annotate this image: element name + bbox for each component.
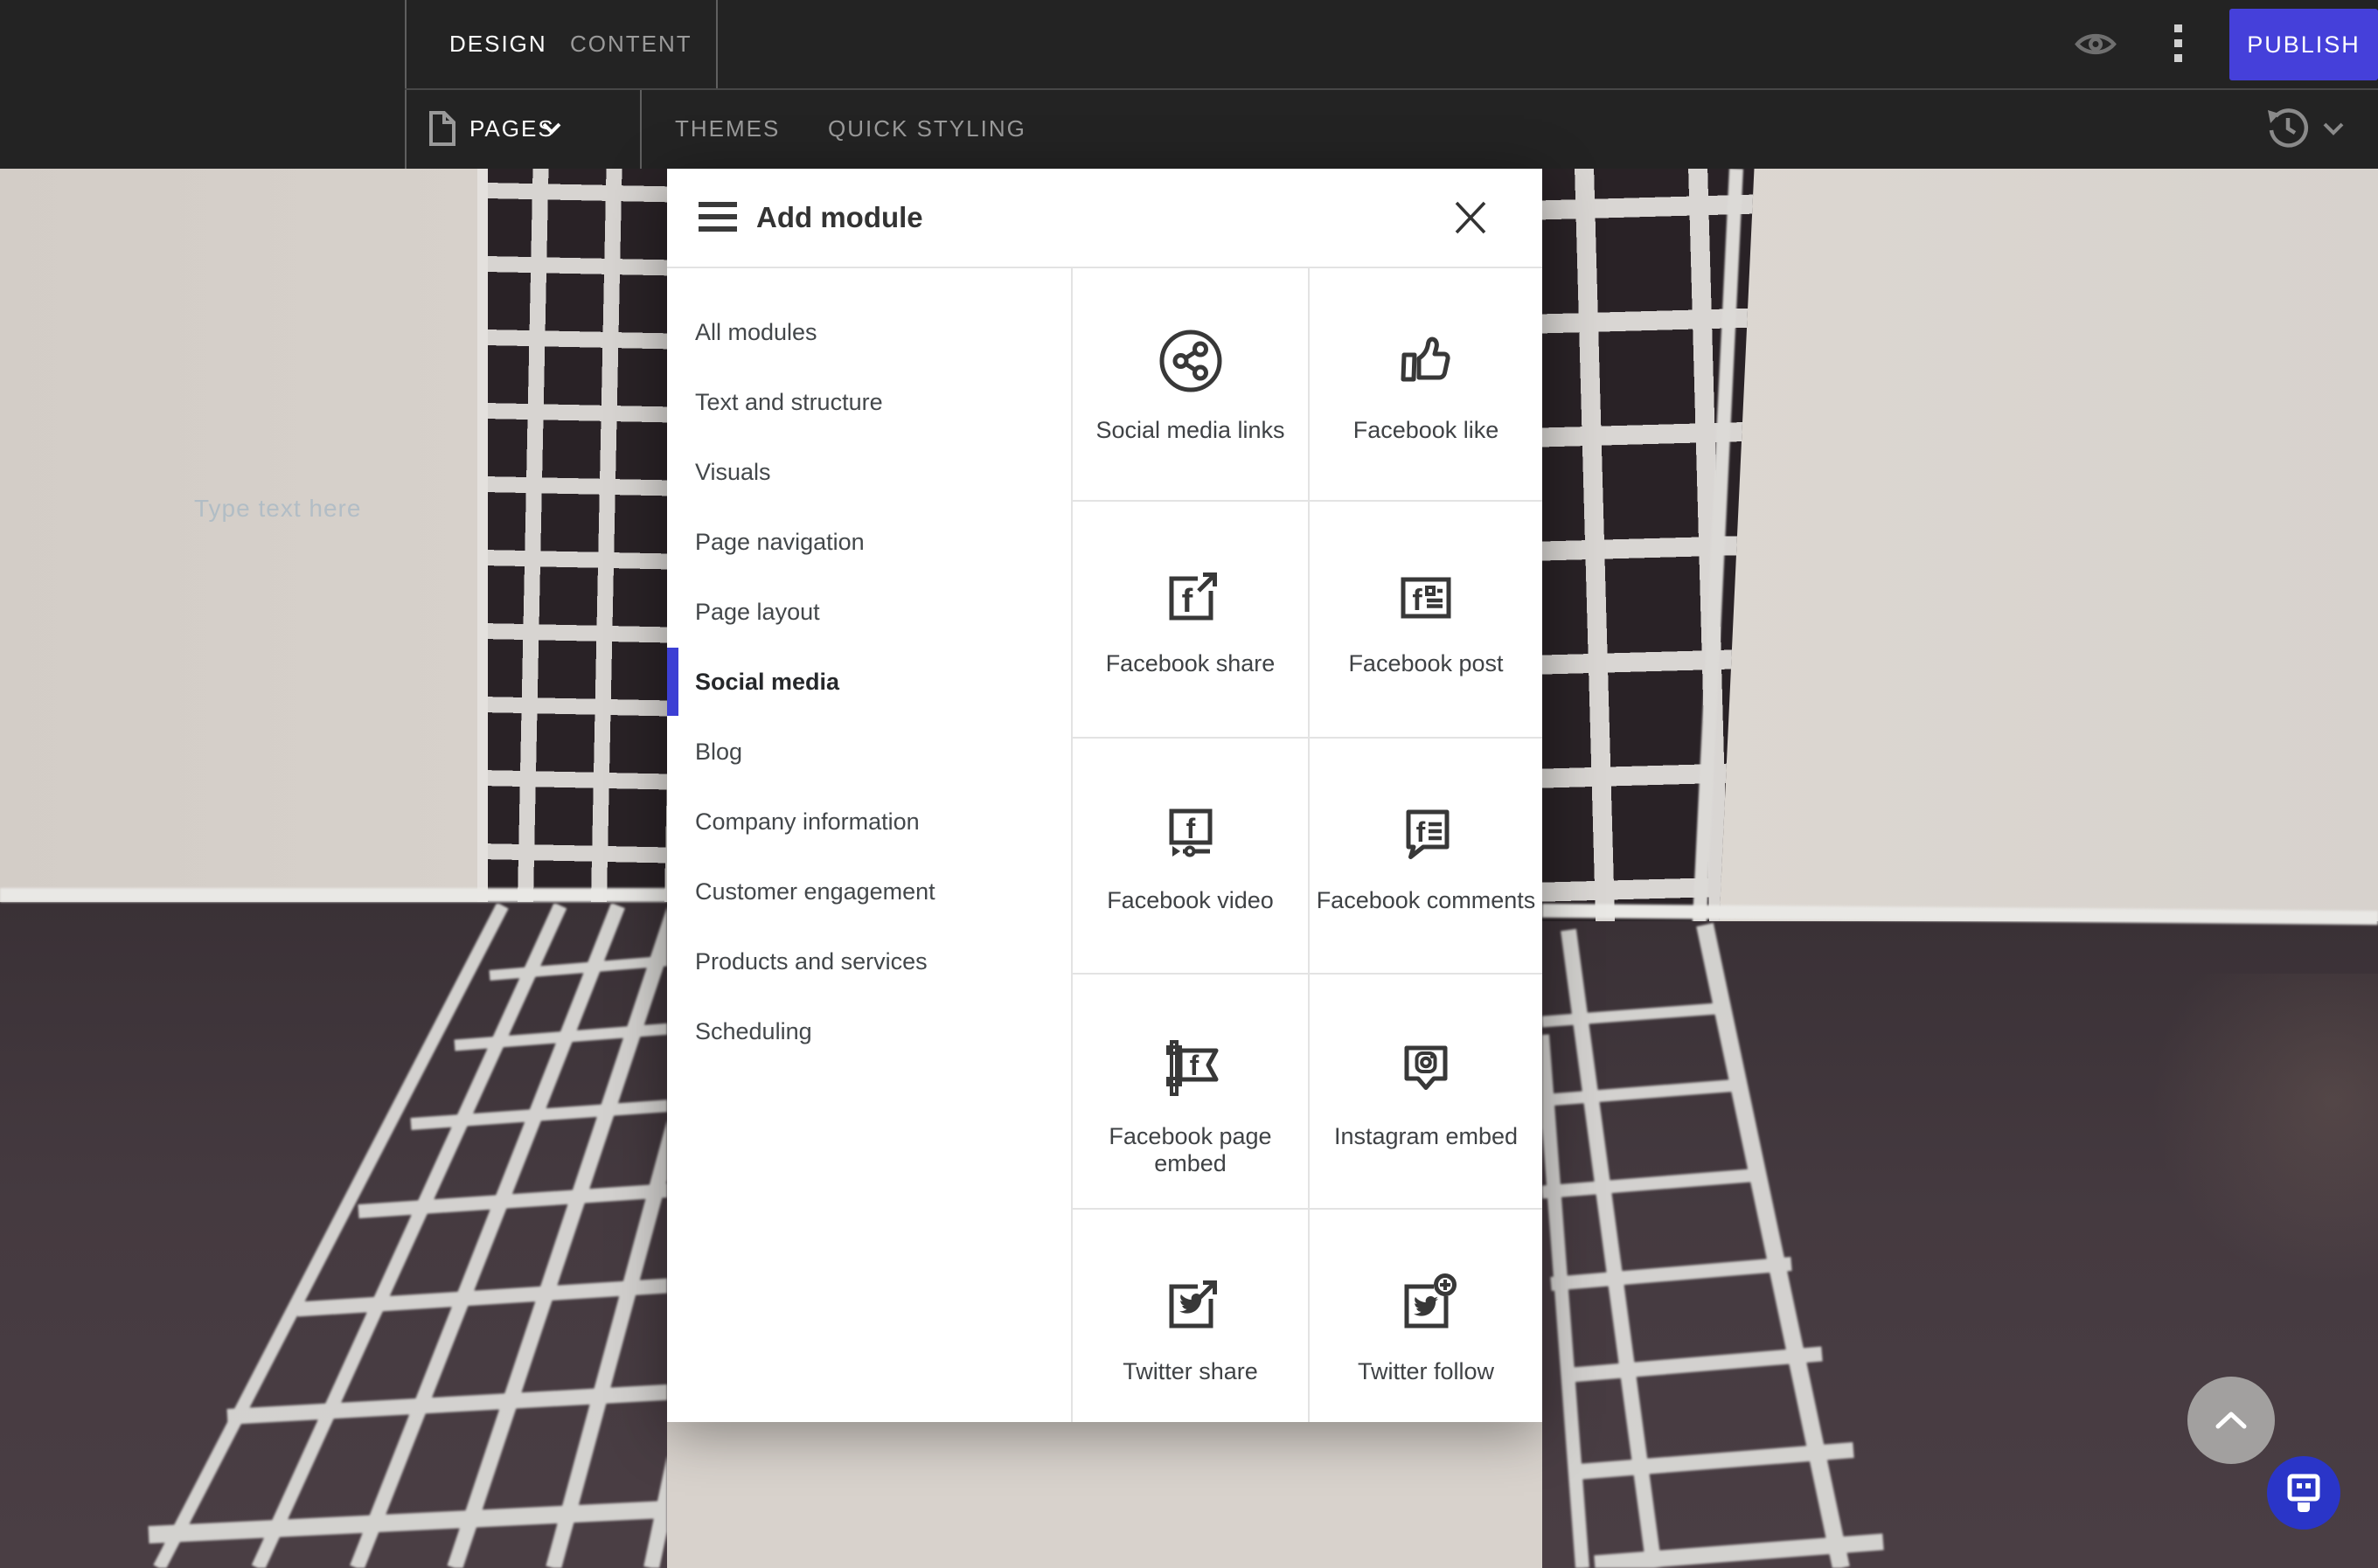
category-scheduling[interactable]: Scheduling	[667, 996, 1071, 1066]
wall-floor-grout-left	[0, 888, 667, 902]
robot-icon	[2283, 1471, 2325, 1515]
floor-grout-right	[1542, 912, 2378, 1568]
module-facebook-like[interactable]: Facebook like	[1310, 268, 1542, 502]
category-page-layout[interactable]: Page layout	[667, 577, 1071, 647]
module-facebook-share[interactable]: f Facebook share	[1073, 502, 1310, 739]
svg-text:f: f	[1181, 583, 1192, 620]
chat-assistant-button[interactable]	[2267, 1456, 2340, 1530]
floor-grout-left	[0, 904, 667, 1568]
facebook-video-icon: f	[1149, 789, 1233, 873]
svg-text:f: f	[1186, 813, 1195, 844]
category-text-and-structure[interactable]: Text and structure	[667, 367, 1071, 437]
module-facebook-page-embed[interactable]: f Facebook page embed	[1073, 975, 1310, 1210]
module-instagram-embed[interactable]: Instagram embed	[1310, 975, 1542, 1210]
dialog-title: Add module	[756, 169, 923, 267]
canvas-text-placeholder[interactable]: Type text here	[194, 495, 361, 523]
wall-tiles-left	[479, 169, 667, 902]
facebook-comments-icon: f	[1384, 789, 1468, 873]
themes-menu[interactable]: THEMES	[675, 88, 780, 169]
menu-icon[interactable]	[699, 198, 739, 238]
chevron-up-icon	[2215, 1412, 2247, 1429]
share-nodes-circle-icon	[1149, 319, 1233, 403]
twitter-share-icon	[1149, 1260, 1233, 1344]
twitter-follow-icon	[1384, 1260, 1468, 1344]
category-products-and-services[interactable]: Products and services	[667, 926, 1071, 996]
category-sidebar: All modules Text and structure Visuals P…	[667, 297, 1071, 1066]
history-undo-icon[interactable]	[2264, 105, 2312, 152]
pages-chevron-down-icon[interactable]	[542, 122, 561, 135]
category-social-media[interactable]: Social media	[667, 647, 1071, 717]
svg-text:f: f	[1416, 816, 1426, 848]
site-editor: Type text here	[0, 0, 2378, 1568]
scroll-to-top-button[interactable]	[2187, 1377, 2275, 1464]
module-grid: Social media links Facebook like	[1071, 268, 1542, 1422]
category-page-navigation[interactable]: Page navigation	[667, 507, 1071, 577]
category-company-information[interactable]: Company information	[667, 787, 1071, 857]
tab-content[interactable]: CONTENT	[570, 0, 692, 88]
tab-design[interactable]: DESIGN	[449, 0, 547, 88]
editor-toolbar: DESIGN CONTENT PUBLISH	[0, 0, 2378, 169]
preview-eye-icon[interactable]	[2074, 30, 2117, 59]
history-chevron-down-icon[interactable]	[2322, 122, 2345, 136]
thumbs-up-icon	[1384, 319, 1468, 403]
wall-tiles-left-edge	[477, 169, 488, 902]
module-facebook-comments[interactable]: f Facebook comments	[1310, 739, 1542, 975]
active-category-indicator	[667, 648, 678, 716]
publish-button[interactable]: PUBLISH	[2229, 9, 2378, 80]
category-customer-engagement[interactable]: Customer engagement	[667, 857, 1071, 926]
module-facebook-post[interactable]: f Facebook post	[1310, 502, 1542, 739]
dialog-header: Add module	[667, 169, 1542, 267]
more-options-kebab-icon[interactable]	[2170, 24, 2187, 66]
add-module-dialog: Add module All modules Text and structur…	[667, 169, 1542, 1422]
page-icon	[428, 110, 456, 147]
category-visuals[interactable]: Visuals	[667, 437, 1071, 507]
close-icon[interactable]	[1450, 198, 1491, 239]
svg-text:f: f	[1412, 584, 1422, 617]
quick-styling-menu[interactable]: QUICK STYLING	[828, 88, 1026, 169]
category-blog[interactable]: Blog	[667, 717, 1071, 787]
module-social-media-links[interactable]: Social media links	[1073, 268, 1310, 502]
facebook-post-icon: f	[1384, 552, 1468, 636]
facebook-share-icon: f	[1149, 552, 1233, 636]
module-facebook-video[interactable]: f Facebook video	[1073, 739, 1310, 975]
facebook-flag-icon: f	[1149, 1025, 1233, 1109]
category-all-modules[interactable]: All modules	[667, 297, 1071, 367]
module-twitter-share[interactable]: Twitter share	[1073, 1210, 1310, 1422]
module-twitter-follow[interactable]: Twitter follow	[1310, 1210, 1542, 1422]
instagram-bubble-icon	[1384, 1025, 1468, 1109]
svg-text:f: f	[1189, 1050, 1199, 1081]
